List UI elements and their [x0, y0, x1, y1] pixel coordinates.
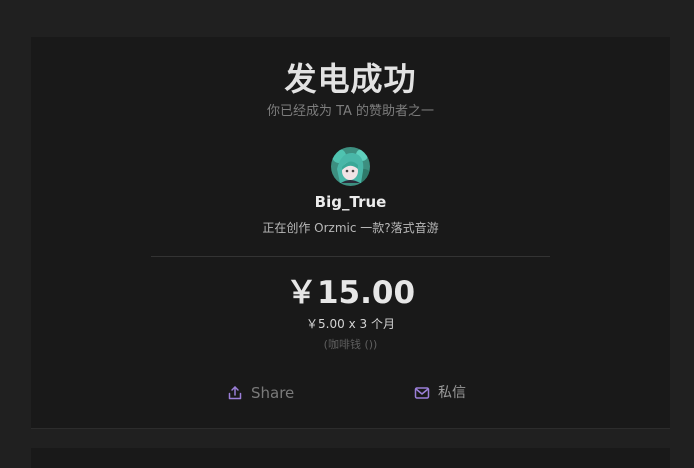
- message-button[interactable]: 私信: [414, 381, 466, 405]
- payment-amount: ￥15.00: [285, 275, 416, 311]
- avatar[interactable]: [331, 147, 370, 186]
- share-label: Share: [251, 384, 295, 402]
- share-icon: [227, 385, 243, 401]
- message-label: 私信: [438, 385, 466, 401]
- divider: [151, 256, 550, 257]
- next-card: [31, 448, 670, 468]
- creator-name[interactable]: Big_True: [31, 192, 670, 212]
- page-subtitle: 你已经成为 TA 的赞助者之一: [266, 104, 435, 119]
- page-title: 发电成功: [284, 60, 417, 98]
- creator-bio: 正在创作 Orzmic 一款?落式音游: [262, 221, 439, 235]
- share-button[interactable]: Share: [227, 381, 294, 405]
- mail-icon: [414, 385, 430, 401]
- payment-breakdown: ￥5.00 x 3 个月: [306, 317, 395, 331]
- payment-note: (咖啡钱 ()): [323, 338, 378, 351]
- success-card: 发电成功 你已经成为 TA 的赞助者之一 Big_True 正在创作 Orzmi…: [31, 37, 670, 429]
